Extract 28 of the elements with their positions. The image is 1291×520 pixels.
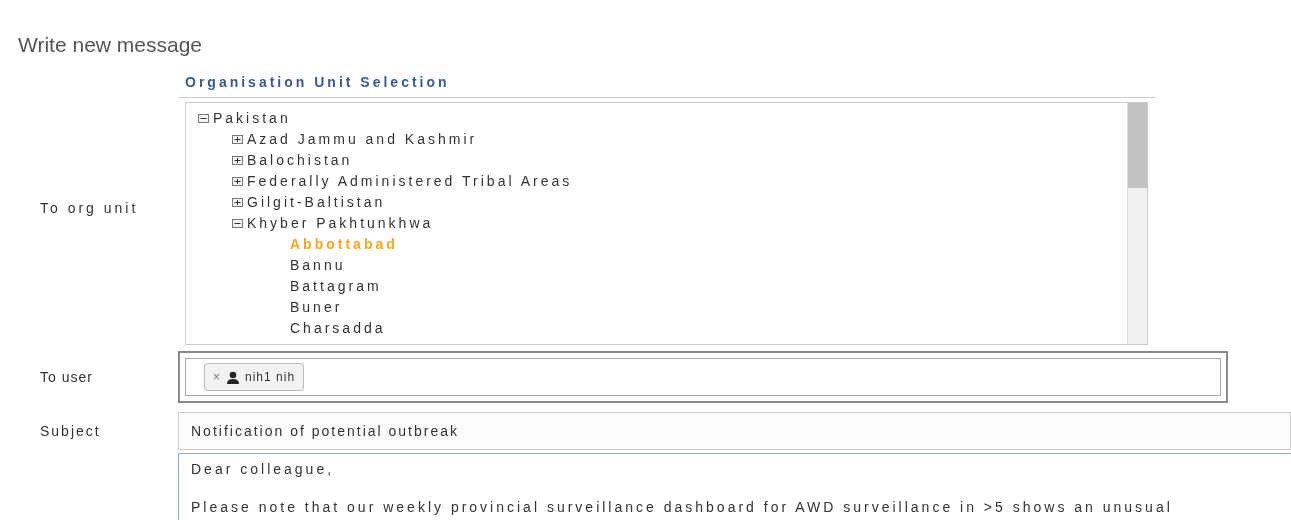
remove-button[interactable]: × bbox=[213, 368, 221, 386]
message-field[interactable]: Dear colleague, Please note that our weekly provincial surveillance dashboard for AWD surveillance in >5 shows an unusual bbox=[178, 453, 1291, 520]
scrollbar[interactable] bbox=[1127, 103, 1147, 344]
user-icon bbox=[226, 370, 240, 384]
user-name: nih1 nih bbox=[245, 369, 296, 386]
tree-item[interactable]: Azad Jammu and Kashmir bbox=[247, 129, 478, 150]
tree-item[interactable]: Charsadda bbox=[290, 318, 386, 339]
collapse-icon[interactable] bbox=[232, 219, 243, 228]
tree-item[interactable]: Federally Administered Tribal Areas bbox=[247, 171, 573, 192]
collapse-icon[interactable] bbox=[198, 114, 209, 123]
tree-item[interactable]: Buner bbox=[290, 297, 343, 318]
tree-item[interactable]: Khyber Pakhtunkhwa bbox=[247, 213, 434, 234]
field-label: To user bbox=[39, 367, 94, 387]
tree-item[interactable]: Pakistan bbox=[213, 108, 291, 129]
expand-icon[interactable] bbox=[232, 177, 243, 186]
subject-field[interactable]: Notification of potential outbreak bbox=[178, 412, 1291, 450]
tree-item[interactable]: Gilgit-Baltistan bbox=[247, 192, 386, 213]
expand-icon[interactable] bbox=[232, 135, 243, 144]
field-label: To org unit bbox=[39, 199, 139, 218]
tree-item[interactable]: Bannu bbox=[290, 255, 346, 276]
expand-icon[interactable] bbox=[232, 156, 243, 165]
tree-item[interactable]: Balochistan bbox=[247, 150, 353, 171]
expand-icon[interactable] bbox=[232, 198, 243, 207]
section-heading: Organisation Unit Selection bbox=[184, 73, 451, 92]
tree-item[interactable]: Battagram bbox=[290, 276, 382, 297]
page-title: Write new message bbox=[17, 32, 204, 55]
user-field[interactable]: × nih1 nih bbox=[178, 351, 1228, 403]
field-label: Subject bbox=[39, 421, 102, 441]
